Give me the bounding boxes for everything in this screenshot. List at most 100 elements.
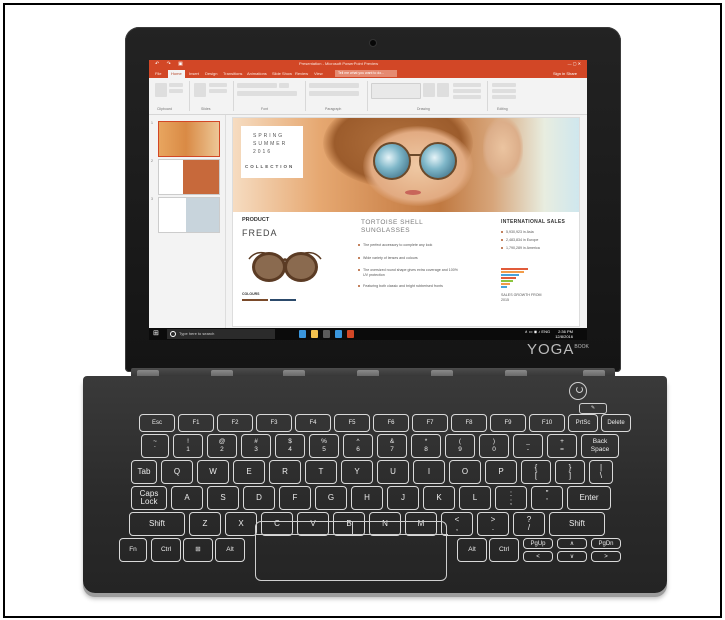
key[interactable]: F3 (256, 414, 292, 432)
key[interactable]: @ 2 (207, 434, 237, 458)
key[interactable]: Z (189, 512, 221, 536)
key[interactable]: | \ (589, 460, 613, 484)
key[interactable]: F1 (178, 414, 214, 432)
select-button[interactable] (492, 95, 516, 99)
tab-review[interactable]: Review (295, 71, 308, 76)
key[interactable]: Enter (567, 486, 611, 510)
start-button[interactable]: ⊞ (153, 330, 159, 338)
key[interactable]: PgDn (591, 538, 621, 549)
quick-access-toolbar[interactable]: ↶ ↷ ▣ (155, 61, 186, 67)
new-slide-button[interactable] (194, 83, 206, 97)
key[interactable]: Q (161, 460, 193, 484)
slide-canvas[interactable]: SPRING SUMMER 2016 COLLECTION PRODUCT FR… (233, 118, 579, 326)
tab-insert[interactable]: Insert (189, 71, 199, 76)
key[interactable]: " ' (531, 486, 563, 510)
key[interactable]: Shift (129, 512, 185, 536)
key[interactable]: Fn (119, 538, 147, 562)
key[interactable]: > . (477, 512, 509, 536)
key[interactable]: F2 (217, 414, 253, 432)
key[interactable]: > (591, 551, 621, 562)
tab-view[interactable]: View (314, 71, 323, 76)
key[interactable]: F6 (373, 414, 409, 432)
key[interactable]: T (305, 460, 337, 484)
system-tray[interactable]: ∧ ▭ ◉ ♪ ENG 2:36 PM 12/8/2016 (525, 329, 573, 339)
key[interactable]: K (423, 486, 455, 510)
key[interactable]: ~ ` (141, 434, 169, 458)
key[interactable]: U (377, 460, 409, 484)
key[interactable]: F9 (490, 414, 526, 432)
mail-icon[interactable] (335, 330, 342, 338)
power-button[interactable] (569, 382, 587, 400)
taskbar-search[interactable]: Type here to search (167, 329, 275, 339)
key[interactable]: Alt (457, 538, 487, 562)
key[interactable]: ∨ (557, 551, 587, 562)
tab-transitions[interactable]: Transitions (223, 71, 242, 76)
touchpad-right-button[interactable] (352, 522, 448, 535)
key[interactable]: & 7 (377, 434, 407, 458)
key[interactable]: I (413, 460, 445, 484)
key[interactable]: P (485, 460, 517, 484)
key[interactable]: F7 (412, 414, 448, 432)
key[interactable]: F (279, 486, 311, 510)
paragraph-alignment[interactable] (309, 91, 359, 96)
tell-me-box[interactable]: Tell me what you want to do... (335, 70, 397, 77)
touchpad-left-button[interactable] (256, 522, 353, 535)
key[interactable]: ∧ (557, 538, 587, 549)
key[interactable]: : ; (495, 486, 527, 510)
key[interactable]: ? / (513, 512, 545, 536)
font-formatting[interactable] (237, 91, 297, 96)
key[interactable]: * 8 (411, 434, 441, 458)
powerpoint-icon[interactable] (347, 330, 354, 338)
key[interactable]: L (459, 486, 491, 510)
key[interactable]: Delete (601, 414, 631, 432)
tab-slide-show[interactable]: Slide Show (272, 71, 292, 76)
shapes-gallery[interactable] (371, 83, 421, 99)
cut-button[interactable] (169, 83, 183, 87)
key[interactable]: Back Space (581, 434, 619, 458)
edge-icon[interactable] (299, 330, 306, 338)
find-button[interactable] (492, 83, 516, 87)
explorer-icon[interactable] (311, 330, 318, 338)
key[interactable]: D (243, 486, 275, 510)
key[interactable]: ^ 6 (343, 434, 373, 458)
key[interactable]: ( 9 (445, 434, 475, 458)
key[interactable]: X (225, 512, 257, 536)
shape-fill[interactable] (453, 83, 481, 87)
key[interactable]: $ 4 (275, 434, 305, 458)
key[interactable]: PgUp (523, 538, 553, 549)
key[interactable]: } ] (555, 460, 585, 484)
quick-styles-button[interactable] (437, 83, 449, 97)
arrange-button[interactable] (423, 83, 435, 97)
sign-in-share[interactable]: Sign in Share (553, 71, 577, 76)
tray-icons[interactable]: ∧ ▭ ◉ ♪ ENG (525, 329, 550, 334)
key[interactable]: F5 (334, 414, 370, 432)
paste-button[interactable] (155, 83, 167, 97)
key[interactable]: G (315, 486, 347, 510)
key[interactable]: Ctrl (151, 538, 181, 562)
layout-button[interactable] (209, 83, 227, 87)
key[interactable]: Y (341, 460, 373, 484)
key[interactable]: # 3 (241, 434, 271, 458)
reset-button[interactable] (209, 89, 227, 93)
slide-thumbnail-3[interactable] (158, 197, 220, 233)
slide-thumbnail-1[interactable] (158, 121, 220, 157)
font-name-select[interactable] (237, 83, 277, 88)
slide-thumbnail-2[interactable] (158, 159, 220, 195)
key[interactable]: R (269, 460, 301, 484)
key[interactable]: Tab (131, 460, 157, 484)
key[interactable]: E (233, 460, 265, 484)
touchpad[interactable] (255, 521, 448, 581)
shape-outline[interactable] (453, 89, 481, 93)
key[interactable]: S (207, 486, 239, 510)
shape-effects[interactable] (453, 95, 481, 99)
tab-design[interactable]: Design (205, 71, 217, 76)
window-controls[interactable]: — ▢ ✕ (568, 61, 581, 66)
key[interactable]: F4 (295, 414, 331, 432)
key[interactable]: Ctrl (489, 538, 519, 562)
font-size-select[interactable] (279, 83, 289, 88)
key[interactable]: ⊞ (183, 538, 213, 562)
key[interactable]: O (449, 460, 481, 484)
key[interactable]: PrtSc (568, 414, 598, 432)
key[interactable]: < (523, 551, 553, 562)
key[interactable]: ) 0 (479, 434, 509, 458)
